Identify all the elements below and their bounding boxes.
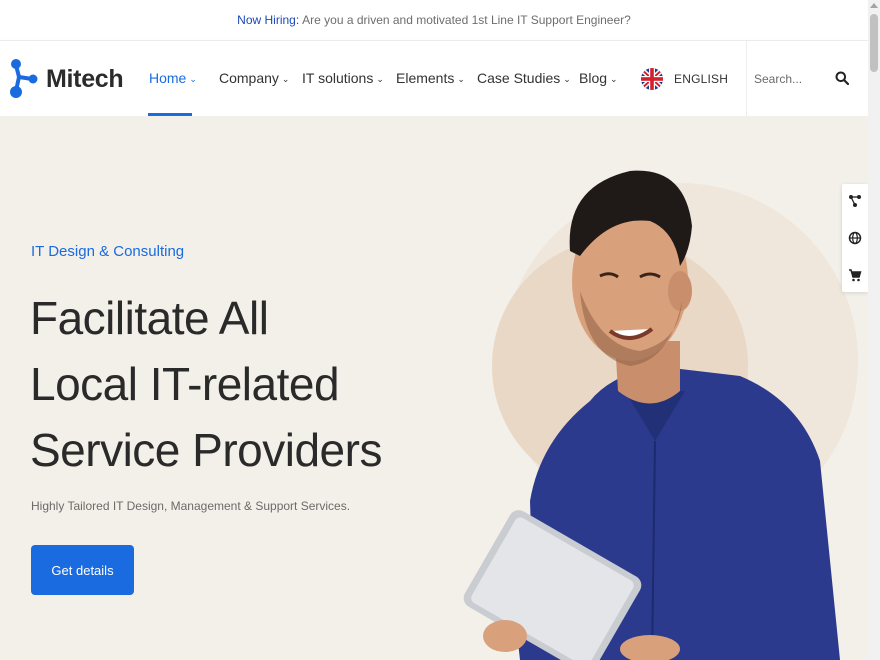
nav-item-blog[interactable]: Blog ⌄ — [579, 70, 618, 86]
chevron-down-icon: ⌄ — [189, 74, 197, 84]
page-scrollbar[interactable] — [868, 0, 880, 660]
hero-section: IT Design & Consulting Facilitate All Lo… — [0, 116, 868, 660]
headline-line: Facilitate All — [30, 292, 269, 344]
announcement-highlight[interactable]: Now Hiring: — [237, 13, 299, 27]
nav-item-it-solutions[interactable]: IT solutions ⌄ — [302, 70, 384, 86]
nav-item-label: Elements — [396, 70, 455, 86]
scroll-up-arrow-icon[interactable] — [870, 3, 878, 8]
nav-item-label: Home — [149, 70, 187, 86]
nav-item-label: Case Studies — [477, 70, 561, 86]
chevron-down-icon: ⌄ — [457, 74, 465, 84]
chevron-down-icon: ⌄ — [376, 74, 384, 84]
announcement-message[interactable]: Are you a driven and motivated 1st Line … — [302, 13, 631, 27]
hero-headline: Facilitate All Local IT-related Service … — [30, 285, 382, 483]
scrollbar-thumb[interactable] — [870, 14, 878, 72]
search-icon[interactable] — [835, 71, 849, 85]
language-switcher[interactable]: ENGLISH — [640, 68, 728, 90]
announcement-bar: Now Hiring: Are you a driven and motivat… — [0, 0, 868, 41]
molecule-logo-icon — [10, 59, 38, 98]
nav-item-label: IT solutions — [302, 70, 374, 86]
nav-item-case-studies[interactable]: Case Studies ⌄ — [477, 70, 571, 86]
share-icon[interactable] — [848, 194, 862, 208]
nav-item-label: Blog — [579, 70, 608, 86]
hero-eyebrow: IT Design & Consulting — [31, 243, 185, 260]
globe-icon[interactable] — [848, 231, 862, 245]
cart-icon[interactable] — [848, 268, 862, 282]
uk-flag-icon — [641, 68, 663, 90]
search-input[interactable] — [754, 71, 826, 86]
side-toolbar — [842, 184, 868, 292]
nav-item-home[interactable]: Home ⌄ — [149, 70, 197, 86]
nav-item-label: Company — [219, 70, 279, 86]
nav-item-elements[interactable]: Elements ⌄ — [396, 70, 465, 86]
logo[interactable]: Mitech — [8, 57, 124, 101]
hero-person-image — [463, 170, 858, 660]
get-details-button[interactable]: Get details — [31, 545, 134, 595]
search-box — [746, 41, 868, 116]
site-header: Mitech Home ⌄ Company ⌄ IT solutions ⌄ Elem… — [0, 41, 868, 116]
brand-name: Mitech — [46, 64, 124, 93]
chevron-down-icon: ⌄ — [563, 74, 571, 84]
nav-item-company[interactable]: Company ⌄ — [219, 70, 289, 86]
language-label: ENGLISH — [674, 72, 729, 86]
chevron-down-icon: ⌄ — [610, 74, 618, 84]
hero-subtitle: Highly Tailored IT Design, Management & … — [31, 499, 351, 513]
headline-line: Local IT-related — [30, 358, 340, 410]
headline-line: Service Providers — [30, 424, 382, 476]
chevron-down-icon: ⌄ — [281, 74, 290, 84]
